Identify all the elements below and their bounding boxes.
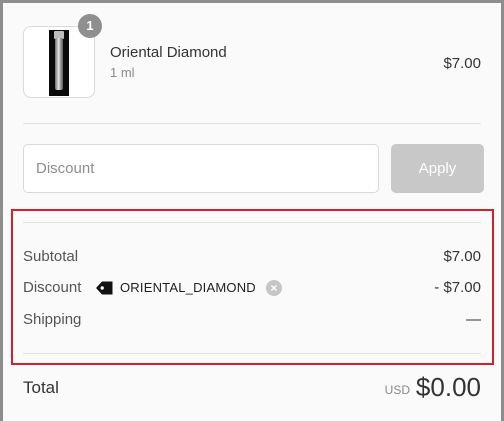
quantity-badge: 1 bbox=[78, 14, 102, 38]
total-currency: USD bbox=[384, 383, 410, 397]
product-price: $7.00 bbox=[443, 55, 481, 72]
discount-code-input[interactable] bbox=[23, 144, 379, 193]
apply-button[interactable]: Apply bbox=[391, 144, 484, 193]
product-name: Oriental Diamond bbox=[110, 44, 227, 61]
total-amount: $0.00 bbox=[415, 372, 481, 402]
divider bbox=[23, 123, 481, 124]
total-label: Total bbox=[23, 378, 59, 397]
highlight-annotation bbox=[11, 209, 494, 365]
product-image bbox=[49, 30, 69, 96]
product-variant: 1 ml bbox=[110, 65, 135, 80]
order-summary: 1 Oriental Diamond 1 ml $7.00 Apply Subt… bbox=[0, 0, 504, 421]
